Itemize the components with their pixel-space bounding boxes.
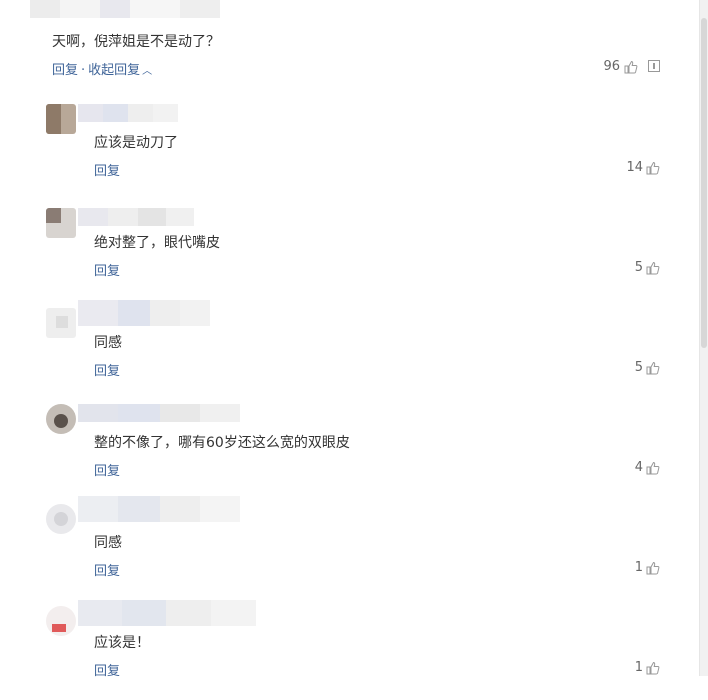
reply-text: 整的不像了，哪有60岁还这么宽的双眼皮 [94,435,350,451]
avatar[interactable] [46,104,76,134]
collapse-replies-button[interactable]: 收起回复 ︿ [88,63,152,78]
like-button[interactable]: 96 [603,59,638,74]
comment-text: 天啊，倪萍姐是不是动了？ [52,34,220,50]
avatar[interactable] [46,606,76,636]
reply-text: 同感 [94,335,122,351]
reply-button[interactable]: 回复 [94,660,120,679]
blurred-username [78,496,240,522]
thumbs-up-icon [646,661,660,674]
reply-item: 应该是！ 回复 1 [0,600,700,700]
reply-item: 绝对整了，眼代嘴皮 回复 5 [0,200,700,300]
reply-button[interactable]: 回复 [52,63,78,78]
reply-text: 应该是！ [94,635,150,651]
avatar[interactable] [46,404,76,434]
chevron-up-icon: ︿ [142,66,153,77]
avatar[interactable] [46,504,76,534]
reply-item: 同感 回复 1 [0,496,700,600]
like-button[interactable]: 14 [626,160,660,175]
thumbs-up-icon [646,161,660,174]
like-count: 1 [634,560,643,575]
thumbs-up-icon [646,361,660,374]
reply-text: 应该是动刀了 [94,135,178,151]
reply-button[interactable]: 回复 [94,560,120,579]
blurred-username [78,104,178,122]
reply-button[interactable]: 回复 [94,260,120,279]
thumbs-up-icon [646,261,660,274]
reply-text: 同感 [94,535,122,551]
blurred-username [78,404,240,422]
like-count: 96 [603,59,620,74]
avatar[interactable] [46,208,76,238]
reply-button[interactable]: 回复 [94,460,120,479]
like-count: 14 [626,160,643,175]
thumbs-up-icon [646,561,660,574]
thumbs-up-icon [646,461,660,474]
reply-item: 整的不像了，哪有60岁还这么宽的双眼皮 回复 4 [0,400,700,500]
report-icon[interactable] [648,60,660,72]
reply-button[interactable]: 回复 [94,160,120,179]
avatar[interactable] [46,308,76,338]
reply-item: 同感 回复 5 [0,300,700,400]
like-count: 4 [634,460,643,475]
blurred-username [78,300,210,326]
reply-button[interactable]: 回复 [94,360,120,379]
like-count: 5 [634,260,643,275]
scrollbar-thumb[interactable] [701,18,707,348]
like-button[interactable]: 4 [635,460,660,475]
reply-text: 绝对整了，眼代嘴皮 [94,235,220,251]
blurred-username [78,600,256,626]
thumbs-up-icon [624,60,638,73]
like-button[interactable]: 1 [635,560,660,575]
root-comment: 天啊，倪萍姐是不是动了？ 回复 · 收起回复 ︿ 96 [0,0,700,90]
separator: · [81,63,86,78]
blurred-username [30,0,220,18]
like-button[interactable]: 5 [635,260,660,275]
like-count: 5 [634,360,643,375]
reply-item: 应该是动刀了 回复 14 [0,100,700,200]
like-button[interactable]: 1 [635,660,660,675]
like-button[interactable]: 5 [635,360,660,375]
like-count: 1 [634,660,643,675]
blurred-username [78,208,194,226]
comment-actions: 回复 · 收起回复 ︿ [52,59,152,78]
